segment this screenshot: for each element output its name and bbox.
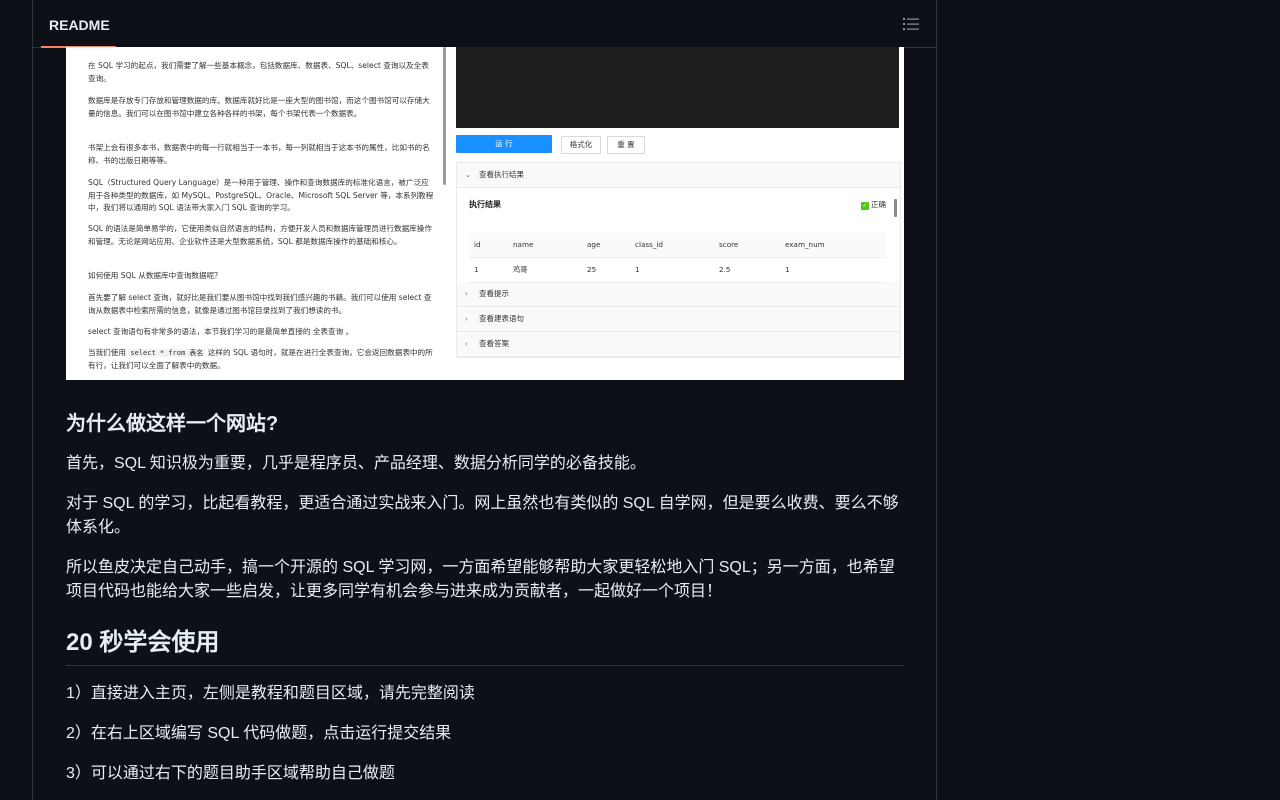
run-button[interactable]: 运 行 xyxy=(456,135,552,153)
usage-step: 2）在右上区域编写 SQL 代码做题，点击运行提交结果 xyxy=(66,725,452,742)
collapse-header-hint[interactable]: › 查看提示 xyxy=(457,282,900,307)
inline-code: select * from 表名 xyxy=(128,349,206,357)
list-unordered-icon[interactable] xyxy=(902,15,920,33)
tutorial-paragraph: SQL（Structured Query Language）是一种用于管理、操作… xyxy=(88,178,434,212)
tutorial-paragraph: 在 SQL 学习的起点，我们需要了解一些基本概念，包括数据库、数据表、SQL、s… xyxy=(88,61,429,83)
format-button[interactable]: 格式化 xyxy=(561,136,601,154)
tutorial-paragraph: 数据库是存放专门存放和管理数据的库。数据库就好比是一座大型的图书馆，而这个图书馆… xyxy=(88,96,430,118)
column-header: class_id xyxy=(635,240,663,249)
result-status-label: 正确 xyxy=(871,200,886,209)
collapse-header-label: 查看执行结果 xyxy=(479,170,524,179)
column-header: age xyxy=(587,240,601,249)
section-heading-usage: 20 秒学会使用 xyxy=(66,629,220,656)
sql-code-editor[interactable] xyxy=(456,47,899,128)
reset-button[interactable]: 重 置 xyxy=(607,136,645,154)
column-header: name xyxy=(513,240,534,249)
section-heading-why: 为什么做这样一个网站? xyxy=(66,413,279,435)
column-header: exam_num xyxy=(785,240,825,249)
chevron-right-icon: › xyxy=(465,315,468,323)
tutorial-paragraph: 如何使用 SQL 从数据库中查询数据呢？ xyxy=(88,271,222,280)
tutorial-panel: 在 SQL 学习的起点，我们需要了解一些基本概念，包括数据库、数据表、SQL、s… xyxy=(66,47,448,380)
readme-tab[interactable]: README xyxy=(41,0,116,48)
paragraph: 首先，SQL 知识极为重要，几乎是程序员、产品经理、数据分析同学的必备技能。 xyxy=(66,455,646,472)
readme-header: README xyxy=(33,0,936,48)
collapse-header-answer[interactable]: › 查看答案 xyxy=(457,332,900,357)
table-cell: 鸡哥 xyxy=(513,265,528,274)
column-header: id xyxy=(474,240,481,249)
result-title: 执行结果 xyxy=(469,200,501,209)
tutorial-paragraph: 首先要了解 select 查询，就好比是我们要从图书馆中找到我们感兴趣的书籍。我… xyxy=(88,293,432,315)
table-cell: 1 xyxy=(785,265,790,274)
readme-screenshot-image: 在 SQL 学习的起点，我们需要了解一些基本概念，包括数据库、数据表、SQL、s… xyxy=(66,47,904,380)
collapse-header-label: 查看答案 xyxy=(479,339,509,348)
check-icon: ✓ xyxy=(861,202,869,210)
tutorial-paragraph: select 查询语句有非常多的语法，本节我们学习的是最简单直接的 全表查询 。 xyxy=(88,327,354,336)
paragraph: 对于 SQL 的学习，比起看教程，更适合通过实战来入门。网上虽然也有类似的 SQ… xyxy=(66,495,899,536)
editor-panel: 运 行 格式化 重 置 ⌄ 查看执行结果 › 查看提示 › 查看建表语句 › 查看答案 … xyxy=(456,47,904,380)
chevron-right-icon: › xyxy=(465,340,468,348)
table-cell: 2.5 xyxy=(719,265,731,274)
usage-step: 1）直接进入主页，左侧是教程和题目区域，请先完整阅读 xyxy=(66,685,475,702)
table-cell: 25 xyxy=(587,265,597,274)
result-status: ✓ 正确 xyxy=(861,199,886,210)
collapse-header-label: 查看建表语句 xyxy=(479,314,524,323)
heading-divider xyxy=(66,665,904,666)
table-header-row: id name age class_id score exam_num xyxy=(469,233,886,258)
tutorial-paragraph: 当我们使用 select * from 表名 这样的 SQL 语句时，就是在进行… xyxy=(88,347,434,372)
readme-panel: README 在 SQL 学习的起点，我们需要了解一些基本概念，包括数据库、数据… xyxy=(32,0,937,800)
usage-step: 3）可以通过右下的题目助手区域帮助自己做题 xyxy=(66,765,395,782)
table-row: 1 鸡哥 25 1 2.5 1 xyxy=(469,258,886,283)
collapse-header-result[interactable]: ⌄ 查看执行结果 xyxy=(457,163,900,188)
tutorial-paragraph: 书架上会有很多本书，数据表中的每一行就相当于一本书，每一列就相当于这本书的属性，… xyxy=(88,143,430,165)
collapse-header-label: 查看提示 xyxy=(479,289,509,298)
chevron-down-icon: ⌄ xyxy=(465,171,471,179)
tutorial-paragraph: SQL 的语法是简单易学的，它使用类似自然语言的结构，方便开发人员和数据库管理员… xyxy=(88,224,432,246)
paragraph: 所以鱼皮决定自己动手，搞一个开源的 SQL 学习网，一方面希望能够帮助大家更轻松… xyxy=(66,559,895,600)
table-cell: 1 xyxy=(474,265,479,274)
text-fragment: 当我们使用 xyxy=(88,348,129,357)
result-table: id name age class_id score exam_num 1 鸡哥… xyxy=(469,233,886,283)
column-header: score xyxy=(719,240,739,249)
tutorial-scrollbar[interactable] xyxy=(443,47,446,185)
table-cell: 1 xyxy=(635,265,640,274)
chevron-right-icon: › xyxy=(465,290,468,298)
collapse-header-ddl[interactable]: › 查看建表语句 xyxy=(457,307,900,332)
readme-tab-label: README xyxy=(49,17,110,33)
result-scrollbar[interactable] xyxy=(894,199,897,217)
